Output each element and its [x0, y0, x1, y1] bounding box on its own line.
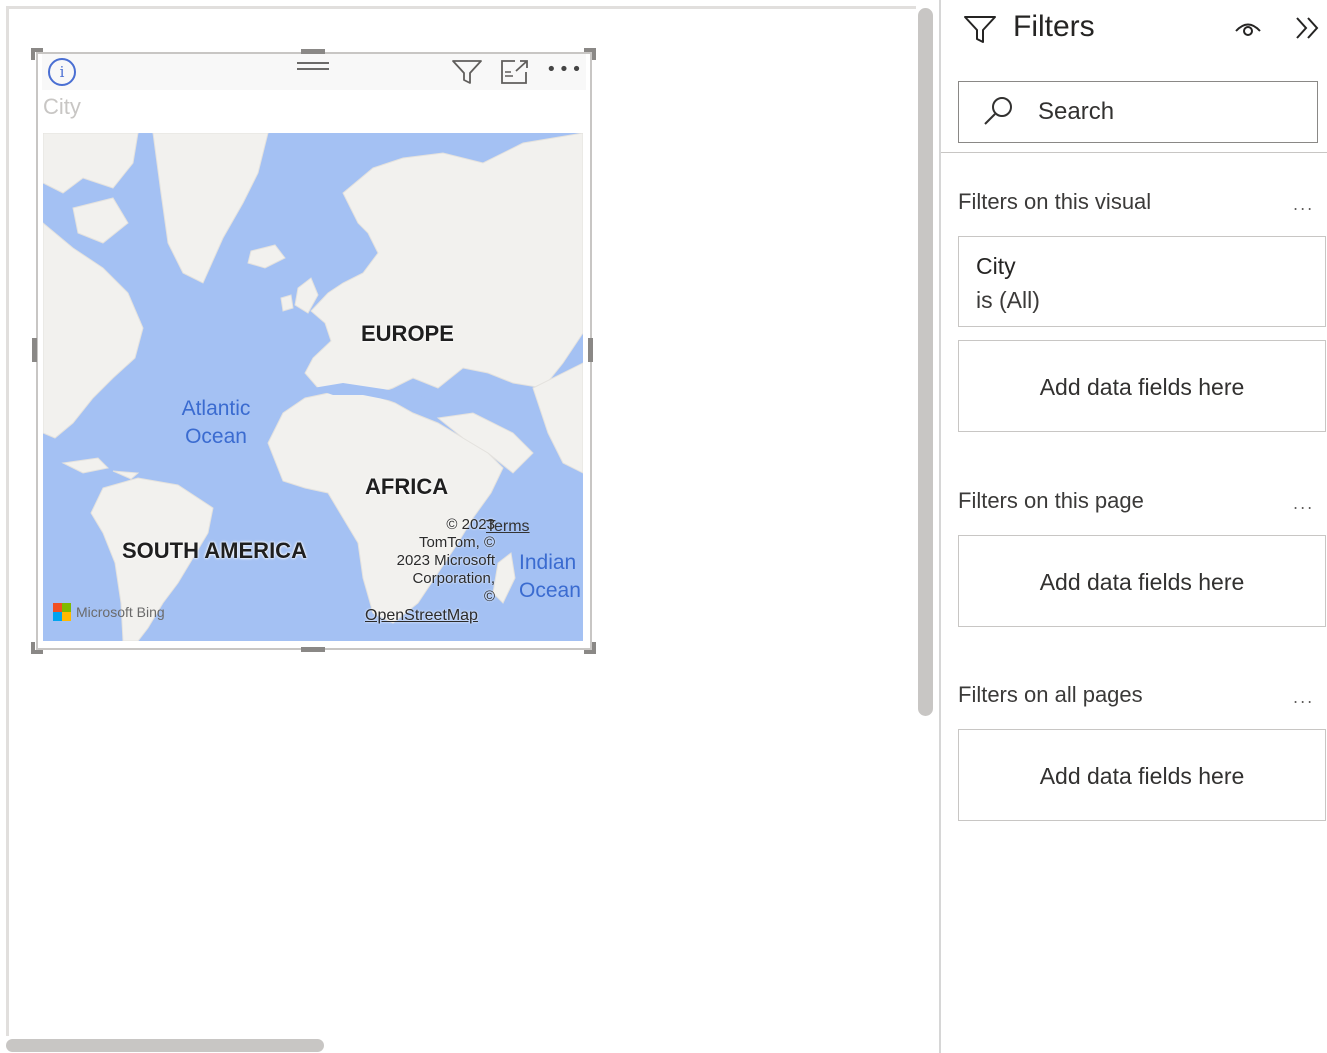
info-icon[interactable]: i — [48, 58, 76, 86]
pane-title: Filters — [1013, 10, 1095, 43]
canvas-left-border — [6, 6, 9, 1036]
report-canvas: i ••• City EUROPE AFRICA SOUTH AMERICA A… — [0, 0, 940, 1053]
filter-card-value: is (All) — [976, 287, 1040, 313]
add-data-fields-all-pages[interactable]: Add data fields here — [958, 729, 1326, 821]
visual-title: City — [43, 94, 81, 119]
collapse-chevrons-icon[interactable] — [1293, 12, 1323, 44]
resize-handle-bottom[interactable] — [301, 647, 325, 652]
horizontal-scrollbar[interactable] — [6, 1039, 324, 1052]
search-icon — [984, 97, 1012, 125]
map-label-europe: EUROPE — [361, 321, 454, 346]
terms-link[interactable]: Terms — [486, 518, 530, 536]
filter-icon[interactable] — [450, 58, 484, 86]
map-label-africa: AFRICA — [365, 474, 449, 499]
resize-handle-bottom-right[interactable] — [584, 642, 596, 654]
map-basemap — [43, 133, 583, 641]
bing-attribution: Microsoft Bing — [76, 604, 165, 620]
resize-handle-bottom-left[interactable] — [31, 642, 43, 654]
filter-card-field: City — [976, 253, 1016, 279]
filters-pane: Filters Search Filters on this visual ..… — [941, 0, 1327, 1053]
resize-handle-left[interactable] — [32, 338, 37, 362]
openstreetmap-link[interactable]: OpenStreetMap — [365, 607, 478, 625]
map-label-atlantic-ocean: Atlantic Ocean — [181, 397, 251, 448]
section-title-page: Filters on this page — [958, 488, 1144, 513]
add-data-fields-visual[interactable]: Add data fields here — [958, 340, 1326, 432]
bing-logo: Microsoft Bing — [53, 601, 165, 623]
vertical-scrollbar[interactable] — [918, 8, 933, 716]
search-placeholder: Search — [1038, 98, 1115, 125]
eye-icon[interactable] — [1233, 16, 1263, 42]
section-title-all-pages: Filters on all pages — [958, 682, 1143, 707]
pane-separator — [941, 152, 1327, 153]
section-more-page[interactable]: ... — [1293, 494, 1314, 513]
filter-card-city[interactable]: City is (All) — [958, 236, 1326, 327]
map-label-south-america: SOUTH AMERICA — [122, 538, 307, 563]
section-more-visual[interactable]: ... — [1293, 195, 1314, 214]
resize-handle-right[interactable] — [588, 338, 593, 362]
map-area[interactable]: EUROPE AFRICA SOUTH AMERICA Atlantic Oce… — [43, 133, 583, 641]
microsoft-logo-icon — [53, 603, 71, 621]
drag-handle-icon[interactable] — [297, 62, 329, 78]
canvas-top-border — [8, 6, 916, 9]
section-more-all-pages[interactable]: ... — [1293, 688, 1314, 707]
filter-icon — [964, 16, 996, 43]
more-options-icon[interactable]: ••• — [546, 60, 582, 80]
search-input[interactable]: Search — [958, 81, 1318, 143]
section-title-visual: Filters on this visual — [958, 189, 1152, 214]
add-data-fields-page[interactable]: Add data fields here — [958, 535, 1326, 627]
map-copyright: © 2023 TomTom, © 2023 Microsoft Corporat… — [396, 516, 495, 605]
focus-mode-icon[interactable] — [499, 58, 531, 86]
map-label-indian-ocean: Indian Ocean — [519, 551, 581, 602]
